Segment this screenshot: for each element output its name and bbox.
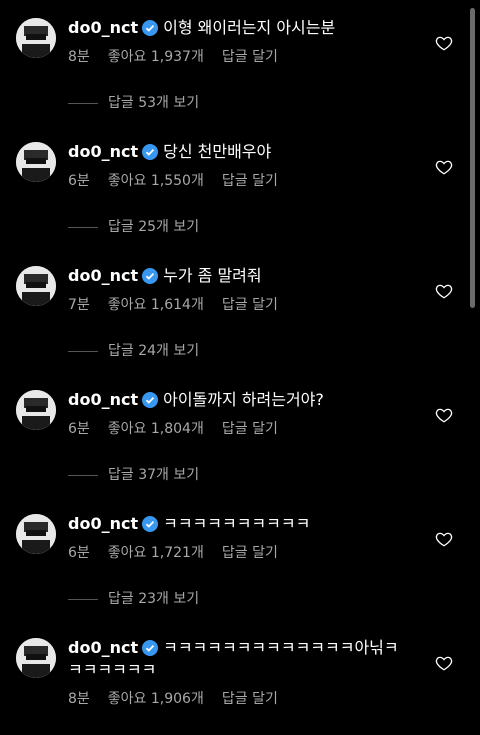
comment-meta: 8분 좋아요 1,937개 답글 달기 <box>68 48 296 66</box>
username[interactable]: do0_nct <box>68 142 138 161</box>
heart-outline-icon[interactable] <box>435 530 453 548</box>
heart-outline-icon[interactable] <box>435 654 453 672</box>
avatar[interactable] <box>16 514 56 554</box>
verified-badge-icon <box>142 268 159 284</box>
comment-time: 6분 <box>68 421 90 437</box>
comment-header: do0_nct 이형 왜이러는지 아시는분 <box>68 18 335 38</box>
comment-meta: 8분 좋아요 1,906개 답글 달기 <box>68 690 296 708</box>
scrollbar[interactable] <box>470 8 475 308</box>
comment-header: do0_nct 아이돌까지 하려는거야? <box>68 390 324 410</box>
like-count[interactable]: 좋아요 1,614개 <box>108 297 204 313</box>
comment-meta: 7분 좋아요 1,614개 답글 달기 <box>68 296 296 314</box>
verified-badge-icon <box>142 20 159 36</box>
heart-outline-icon[interactable] <box>435 282 453 300</box>
view-replies-button[interactable]: 답글 53개 보기 <box>108 94 199 112</box>
comment-header: do0_nct 누가 좀 말려줘 <box>68 266 262 286</box>
like-count[interactable]: 좋아요 1,906개 <box>108 691 204 707</box>
comment-text: ㅋㅋㅋㅋㅋㅋㅋㅋㅋㅋ <box>163 514 311 533</box>
comment-text-line2: ㅋㅋㅋㅋㅋㅋ <box>68 660 157 679</box>
comment-time: 6분 <box>68 173 90 189</box>
replies-divider <box>68 599 98 600</box>
comment-meta: 6분 좋아요 1,721개 답글 달기 <box>68 544 296 562</box>
verified-badge-icon <box>142 640 159 656</box>
reply-button[interactable]: 답글 달기 <box>222 545 278 561</box>
like-count[interactable]: 좋아요 1,721개 <box>108 545 204 561</box>
reply-button[interactable]: 답글 달기 <box>222 691 278 707</box>
heart-outline-icon[interactable] <box>435 158 453 176</box>
comment-header: do0_nct ㅋㅋㅋㅋㅋㅋㅋㅋㅋㅋㅋㅋㅋ아닊ㅋ <box>68 638 399 658</box>
comment-text: 이형 왜이러는지 아시는분 <box>163 18 336 37</box>
comment-time: 6분 <box>68 545 90 561</box>
heart-outline-icon[interactable] <box>435 34 453 52</box>
reply-button[interactable]: 답글 달기 <box>222 49 278 65</box>
replies-divider <box>68 351 98 352</box>
avatar[interactable] <box>16 638 56 678</box>
comment-meta: 6분 좋아요 1,804개 답글 달기 <box>68 420 296 438</box>
username[interactable]: do0_nct <box>68 514 138 533</box>
username[interactable]: do0_nct <box>68 18 138 37</box>
like-count[interactable]: 좋아요 1,937개 <box>108 49 204 65</box>
comment-text: 당신 천만배우야 <box>163 142 272 161</box>
view-replies-button[interactable]: 답글 23개 보기 <box>108 590 199 608</box>
replies-divider <box>68 475 98 476</box>
like-count[interactable]: 좋아요 1,550개 <box>108 173 204 189</box>
username[interactable]: do0_nct <box>68 266 138 285</box>
avatar[interactable] <box>16 18 56 58</box>
comment-header: do0_nct 당신 천만배우야 <box>68 142 271 162</box>
comment-text: 누가 좀 말려줘 <box>163 266 262 285</box>
avatar[interactable] <box>16 142 56 182</box>
reply-button[interactable]: 답글 달기 <box>222 297 278 313</box>
view-replies-button[interactable]: 답글 37개 보기 <box>108 466 199 484</box>
username[interactable]: do0_nct <box>68 390 138 409</box>
reply-button[interactable]: 답글 달기 <box>222 173 278 189</box>
comment-meta: 6분 좋아요 1,550개 답글 달기 <box>68 172 296 190</box>
comment-time: 8분 <box>68 49 90 65</box>
like-count[interactable]: 좋아요 1,804개 <box>108 421 204 437</box>
avatar[interactable] <box>16 390 56 430</box>
username[interactable]: do0_nct <box>68 638 138 657</box>
replies-divider <box>68 227 98 228</box>
verified-badge-icon <box>142 392 159 408</box>
comment-text: 아이돌까지 하려는거야? <box>163 390 324 409</box>
reply-button[interactable]: 답글 달기 <box>222 421 278 437</box>
comment-header: do0_nct ㅋㅋㅋㅋㅋㅋㅋㅋㅋㅋ <box>68 514 310 534</box>
verified-badge-icon <box>142 516 159 532</box>
comment-time: 8분 <box>68 691 90 707</box>
view-replies-button[interactable]: 답글 25개 보기 <box>108 218 199 236</box>
comment-text: ㅋㅋㅋㅋㅋㅋㅋㅋㅋㅋㅋㅋㅋ아닊ㅋ <box>163 638 399 657</box>
view-replies-button[interactable]: 답글 24개 보기 <box>108 342 199 360</box>
avatar[interactable] <box>16 266 56 306</box>
replies-divider <box>68 103 98 104</box>
heart-outline-icon[interactable] <box>435 406 453 424</box>
verified-badge-icon <box>142 144 159 160</box>
comment-time: 7분 <box>68 297 90 313</box>
